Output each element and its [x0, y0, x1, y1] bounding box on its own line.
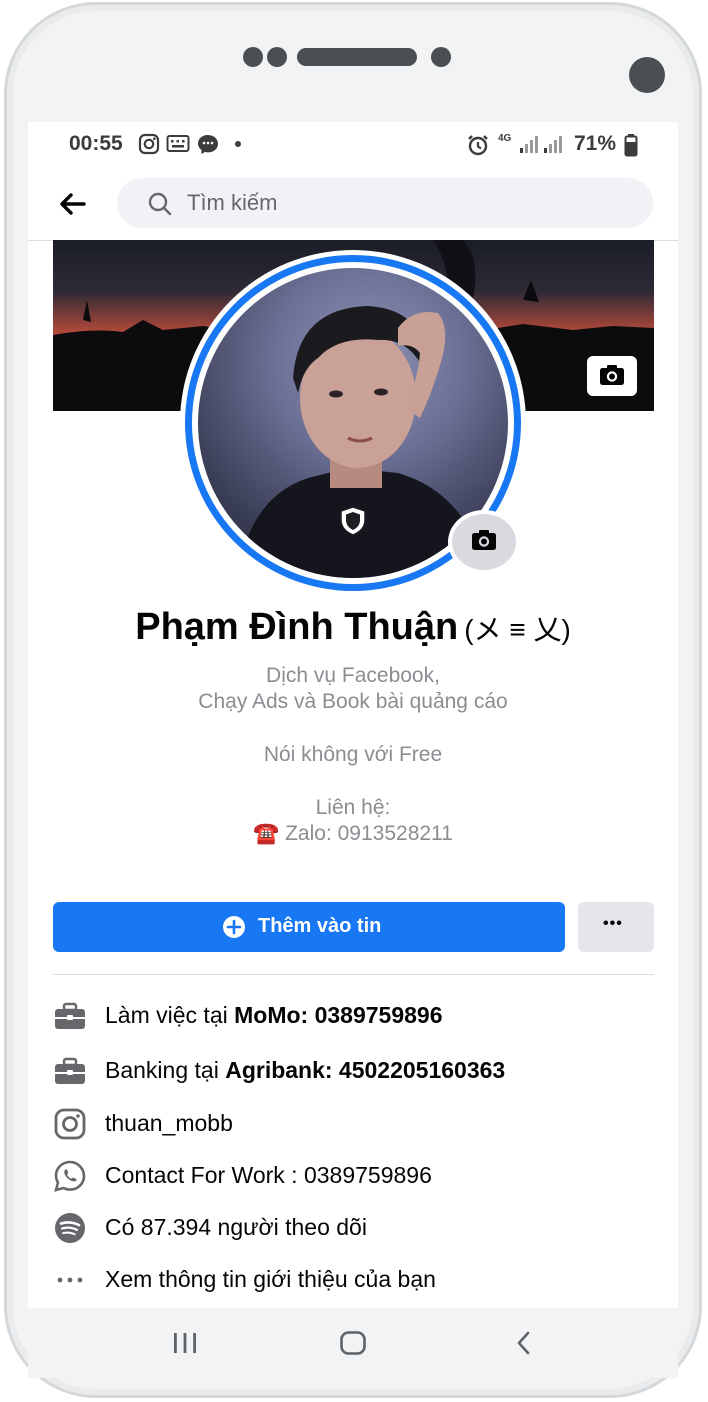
- info-text-bold: MoMo: 0389759896: [234, 1002, 443, 1028]
- info-text: Làm việc tại: [105, 1002, 235, 1028]
- messenger-notification-icon: [198, 135, 218, 154]
- spotify-icon: [55, 1213, 85, 1243]
- info-text: thuan_mobb: [105, 1110, 233, 1136]
- recent-apps-icon[interactable]: [168, 1330, 202, 1356]
- profile-name: Phạm Đình Thuận (メ ≡ 乂): [28, 606, 678, 649]
- notification-dot-icon: [235, 141, 241, 147]
- camera-icon: [472, 530, 496, 550]
- more-dots-icon: [57, 1277, 83, 1283]
- bio-line: Dịch vụ Facebook,: [266, 664, 440, 687]
- info-row-followers: Có 87.394 người theo dõi: [53, 1208, 653, 1248]
- see-about-info-link[interactable]: Xem thông tin giới thiệu của bạn: [53, 1260, 653, 1300]
- network-type-label: 4G: [498, 133, 512, 144]
- info-row-instagram[interactable]: thuan_mobb: [53, 1104, 653, 1144]
- info-row-banking: Banking tại Agribank: 4502205160363: [53, 1051, 653, 1091]
- bio-line: Liên hệ:: [315, 796, 391, 819]
- briefcase-icon: [55, 1002, 85, 1029]
- instagram-icon: [54, 1108, 86, 1140]
- whatsapp-icon: [54, 1160, 86, 1192]
- camera-icon: [600, 365, 624, 385]
- status-time: 00:55: [69, 132, 123, 155]
- top-bar: Tìm kiếm: [28, 168, 678, 241]
- system-navigation-bar: [28, 1308, 678, 1378]
- status-bar: 00:55 4G 71%: [28, 122, 678, 168]
- info-row-work: Làm việc tại MoMo: 0389759896: [53, 996, 653, 1036]
- cover-camera-button[interactable]: [587, 356, 637, 396]
- battery-icon: [624, 134, 638, 157]
- bio-line: Chạy Ads và Book bài quảng cáo: [198, 690, 508, 713]
- info-text: Contact For Work : 0389759896: [105, 1162, 432, 1188]
- signal-icon: [520, 136, 538, 153]
- profile-name-suffix: (メ ≡ 乂): [464, 614, 571, 645]
- more-dots-icon: •••: [603, 915, 623, 932]
- info-row-whatsapp[interactable]: Contact For Work : 0389759896: [53, 1156, 653, 1196]
- plus-circle-icon: [223, 916, 245, 938]
- bio-line: Nói không với Free: [263, 743, 443, 766]
- more-options-button[interactable]: •••: [578, 902, 654, 952]
- divider: [53, 974, 654, 975]
- avatar-camera-button[interactable]: [448, 510, 520, 574]
- info-text: Xem thông tin giới thiệu của bạn: [105, 1266, 436, 1292]
- back-nav-icon[interactable]: [512, 1330, 536, 1356]
- info-text: Có 87.394 người theo dõi: [105, 1214, 367, 1240]
- keyboard-notification-icon: [166, 135, 190, 152]
- info-text: Banking tại: [105, 1057, 226, 1083]
- sensor-dot: [243, 47, 263, 67]
- front-camera: [629, 57, 665, 93]
- home-icon[interactable]: [338, 1328, 368, 1358]
- search-placeholder: Tìm kiếm: [187, 190, 278, 215]
- search-icon: [148, 192, 172, 216]
- instagram-notification-icon: [138, 133, 160, 155]
- alarm-icon: [468, 135, 488, 156]
- briefcase-icon: [55, 1057, 85, 1084]
- battery-percent: 71%: [574, 132, 617, 155]
- search-bar[interactable]: Tìm kiếm: [117, 178, 653, 228]
- back-arrow-icon[interactable]: [56, 188, 88, 220]
- info-text-bold: Agribank: 4502205160363: [225, 1057, 506, 1083]
- bio-line: ☎️ Zalo: 0913528211: [253, 822, 453, 845]
- add-to-story-button[interactable]: Thêm vào tin: [53, 902, 565, 952]
- add-to-story-label: Thêm vào tin: [258, 915, 382, 937]
- app-screen: 00:55 4G 71% Tìm kiếm Phạm Đình Thuận (メ…: [28, 122, 678, 1308]
- signal-icon: [544, 136, 562, 153]
- sensor-dot: [431, 47, 451, 67]
- profile-name-text: Phạm Đình Thuận: [135, 606, 459, 648]
- speaker-grille: [297, 48, 417, 66]
- sensor-dot: [267, 47, 287, 67]
- profile-guard-shield-icon: [340, 506, 366, 536]
